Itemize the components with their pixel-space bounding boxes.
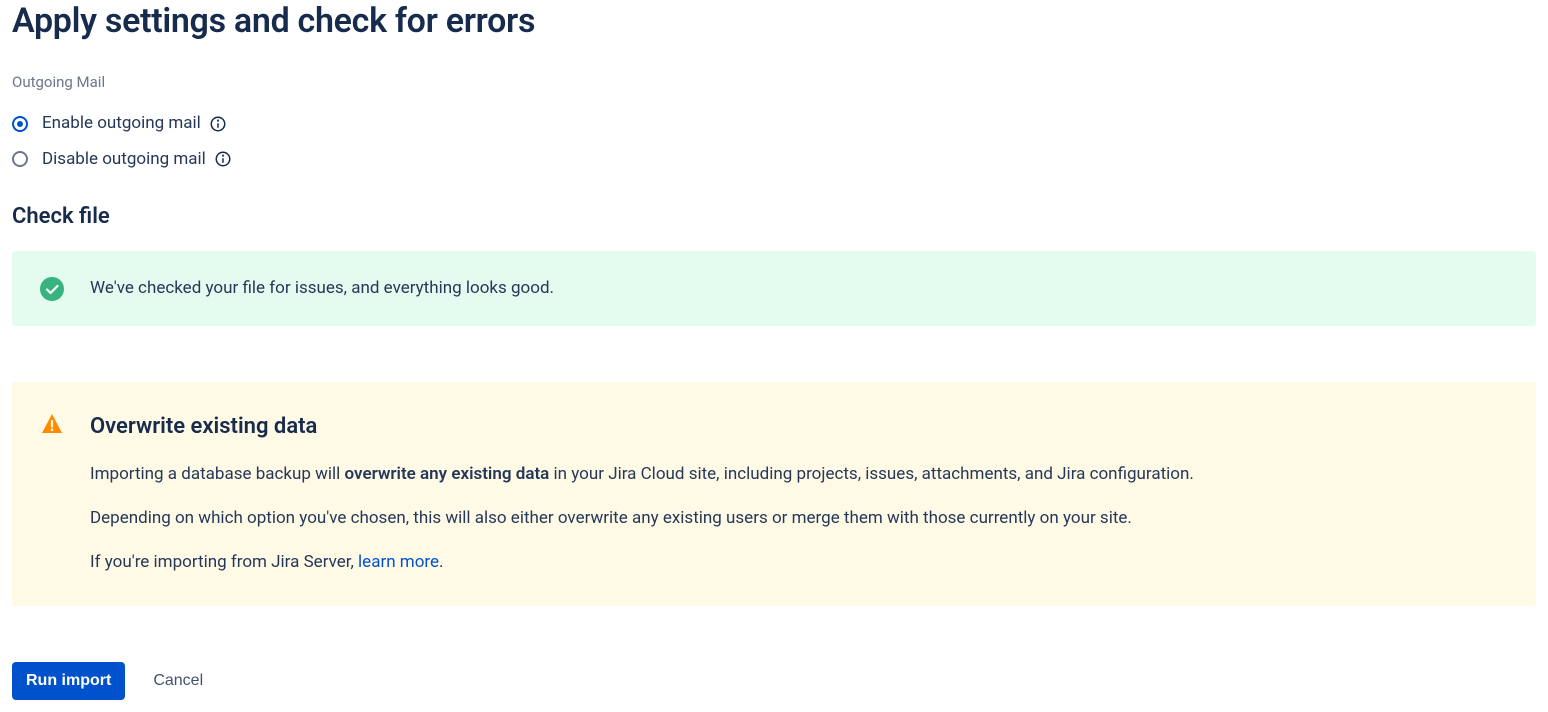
disable-outgoing-mail-label[interactable]: Disable outgoing mail bbox=[42, 147, 206, 173]
overwrite-p3-pre: If you're importing from Jira Server, bbox=[90, 552, 358, 572]
overwrite-paragraph-3: If you're importing from Jira Server, le… bbox=[90, 549, 1508, 575]
page-title: Apply settings and check for errors bbox=[12, 0, 1536, 43]
run-import-button[interactable]: Run import bbox=[12, 662, 125, 700]
disable-outgoing-mail-row: Disable outgoing mail bbox=[12, 147, 1536, 173]
overwrite-p1-pre: Importing a database backup will bbox=[90, 464, 345, 484]
overwrite-p1-bold: overwrite any existing data bbox=[345, 464, 550, 484]
disable-outgoing-mail-radio[interactable] bbox=[12, 151, 28, 167]
check-file-success-message: We've checked your file for issues, and … bbox=[90, 275, 554, 302]
outgoing-mail-radio-group: Enable outgoing mail Disable outgoing ma… bbox=[12, 111, 1536, 172]
warning-triangle-icon bbox=[40, 412, 64, 436]
check-file-success-banner: We've checked your file for issues, and … bbox=[12, 251, 1536, 326]
info-icon[interactable] bbox=[209, 115, 227, 133]
enable-outgoing-mail-row: Enable outgoing mail bbox=[12, 111, 1536, 137]
overwrite-p1-post: in your Jira Cloud site, including proje… bbox=[549, 464, 1194, 484]
overwrite-warning-content: Overwrite existing data Importing a data… bbox=[90, 410, 1508, 576]
overwrite-paragraph-1: Importing a database backup will overwri… bbox=[90, 461, 1508, 487]
learn-more-link[interactable]: learn more bbox=[358, 552, 439, 572]
import-settings-page: Apply settings and check for errors Outg… bbox=[0, 0, 1548, 712]
enable-outgoing-mail-radio[interactable] bbox=[12, 116, 28, 132]
check-file-heading: Check file bbox=[12, 200, 1536, 233]
overwrite-heading: Overwrite existing data bbox=[90, 410, 1508, 443]
success-check-icon bbox=[40, 277, 64, 301]
outgoing-mail-section-label: Outgoing Mail bbox=[12, 71, 1536, 94]
info-icon[interactable] bbox=[214, 150, 232, 168]
enable-outgoing-mail-label[interactable]: Enable outgoing mail bbox=[42, 111, 201, 137]
actions-bar: Run import Cancel bbox=[12, 662, 1536, 700]
overwrite-p3-post: . bbox=[439, 552, 443, 572]
overwrite-warning-banner: Overwrite existing data Importing a data… bbox=[12, 382, 1536, 606]
overwrite-paragraph-2: Depending on which option you've chosen,… bbox=[90, 505, 1508, 531]
cancel-button[interactable]: Cancel bbox=[149, 662, 207, 700]
